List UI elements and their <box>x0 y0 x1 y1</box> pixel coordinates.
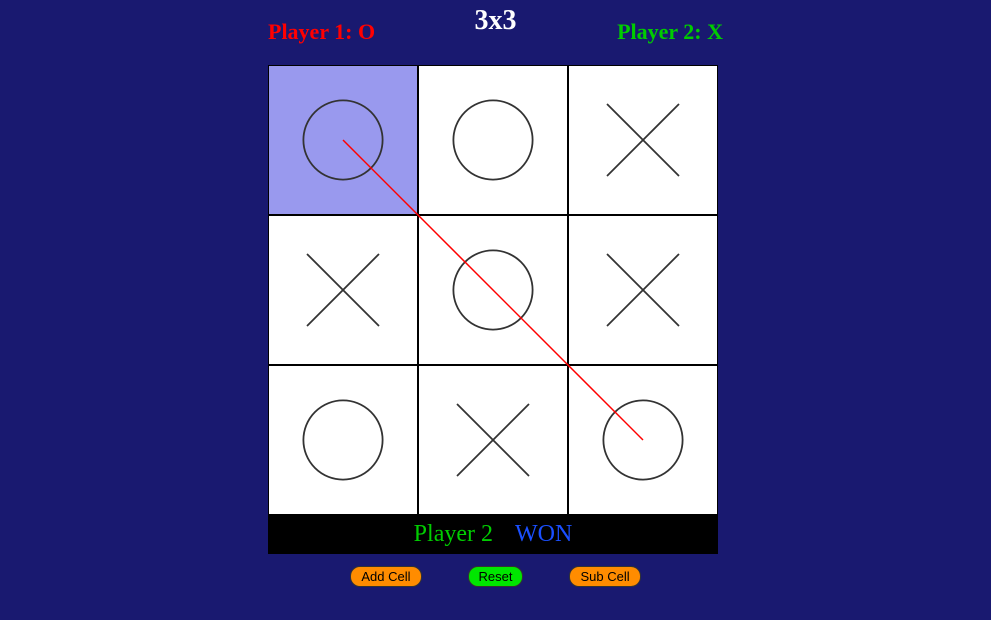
cross-icon <box>598 95 688 185</box>
reset-button[interactable]: Reset <box>468 566 524 587</box>
cell-0[interactable] <box>268 65 418 215</box>
cross-icon <box>448 395 538 485</box>
buttons-row: Add Cell Reset Sub Cell <box>271 566 721 587</box>
status-bar: Player 2 WON <box>268 515 718 554</box>
cell-2[interactable] <box>568 65 718 215</box>
cell-7[interactable] <box>418 365 568 515</box>
circle-icon <box>298 95 388 185</box>
cross-icon <box>298 245 388 335</box>
circle-icon <box>448 245 538 335</box>
player1-label: Player 1: O <box>268 19 375 45</box>
cell-5[interactable] <box>568 215 718 365</box>
cell-3[interactable] <box>268 215 418 365</box>
game-header: 3x3 Player 1: O Player 2: X <box>268 0 723 45</box>
cross-icon <box>598 245 688 335</box>
status-result-text: WON <box>515 521 572 547</box>
cell-4[interactable] <box>418 215 568 365</box>
player2-label: Player 2: X <box>617 19 723 45</box>
cell-8[interactable] <box>568 365 718 515</box>
circle-icon <box>298 395 388 485</box>
circle-icon <box>598 395 688 485</box>
board-wrapper: Player 2 WON <box>268 65 723 554</box>
cell-1[interactable] <box>418 65 568 215</box>
sub-cell-button[interactable]: Sub Cell <box>569 566 640 587</box>
game-board <box>268 65 718 515</box>
add-cell-button[interactable]: Add Cell <box>350 566 421 587</box>
cell-6[interactable] <box>268 365 418 515</box>
status-player-text: Player 2 <box>414 521 493 547</box>
circle-icon <box>448 95 538 185</box>
